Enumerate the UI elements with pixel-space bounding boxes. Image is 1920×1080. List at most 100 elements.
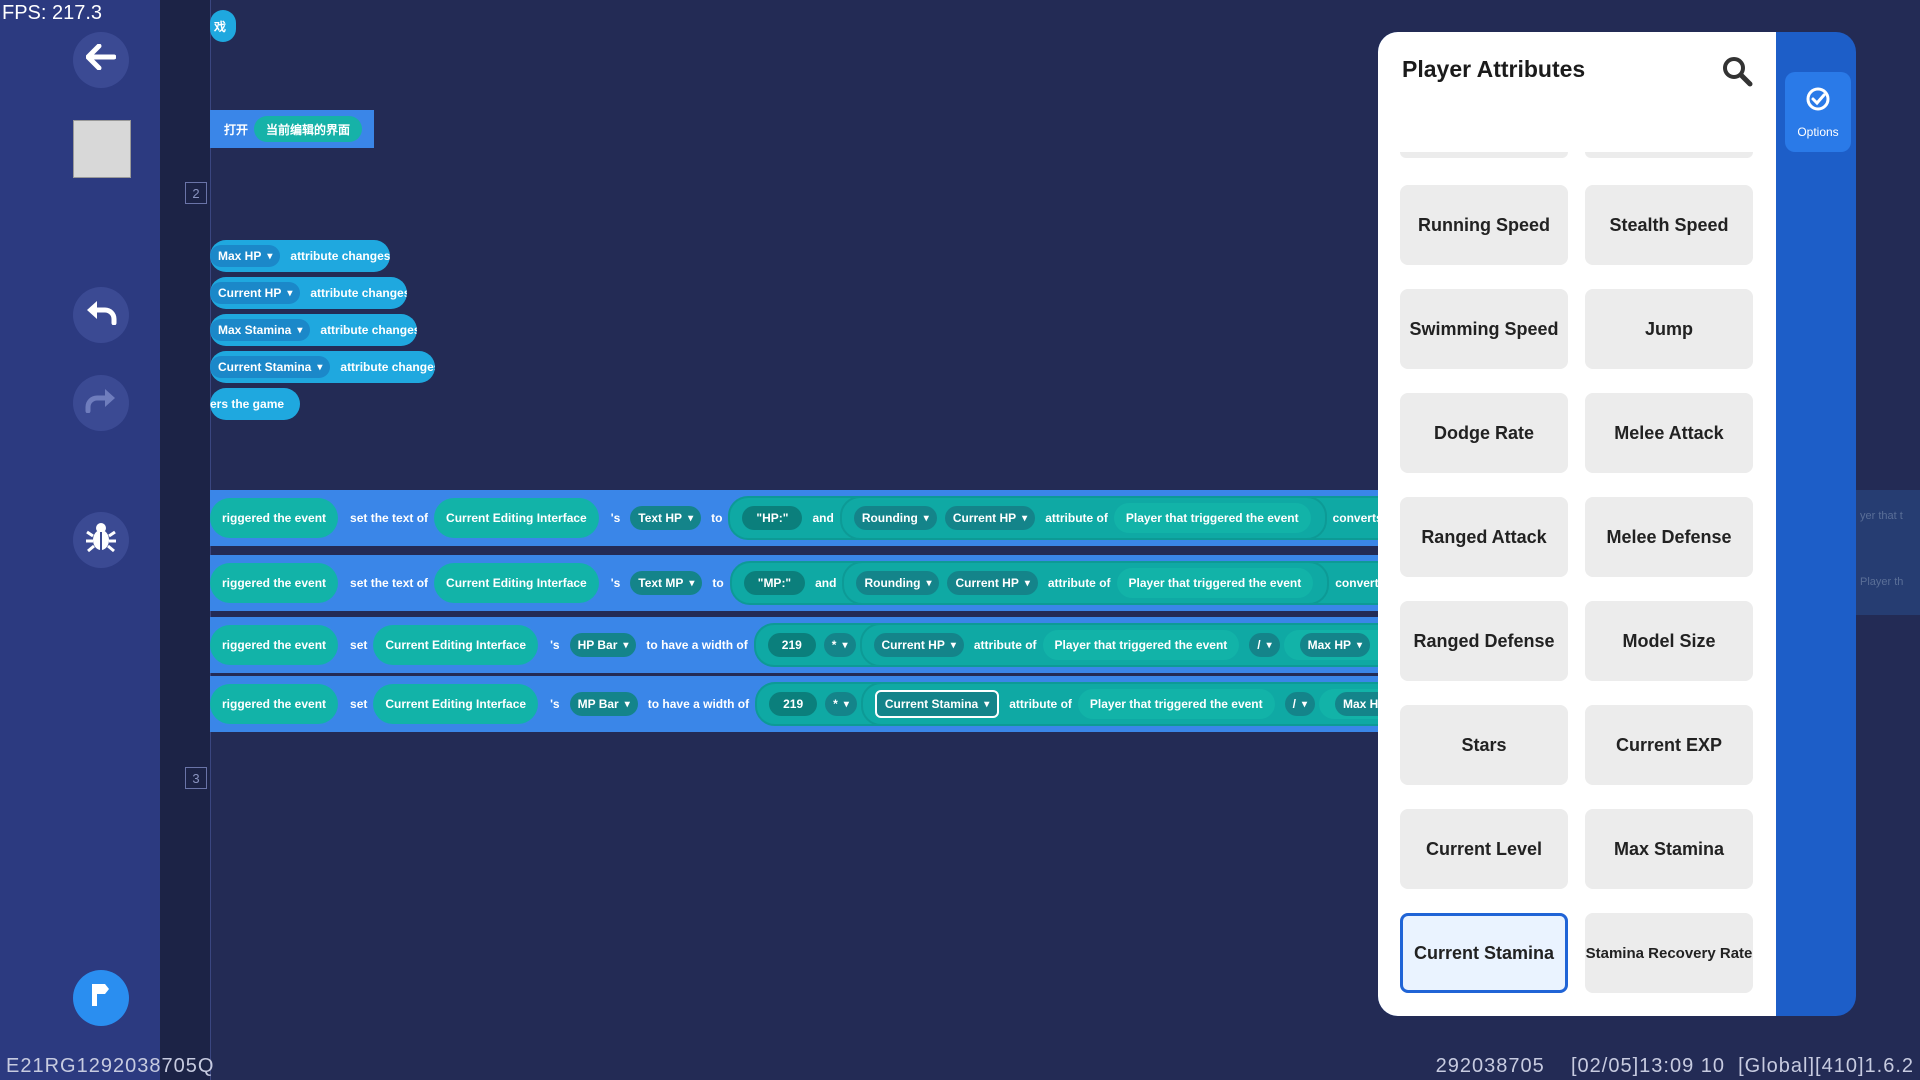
search-button[interactable] [1720, 54, 1756, 90]
trigger-pill[interactable]: riggered the event [210, 498, 339, 538]
attribute-dropdown[interactable]: Current Stamina [210, 356, 331, 378]
width-label: to have a width of [647, 697, 750, 711]
trigger-pill[interactable]: riggered the event [210, 684, 339, 724]
scene-thumbnail[interactable] [73, 120, 131, 178]
attribute-dropdown[interactable]: Current HP [944, 506, 1036, 530]
block-text: 戏 [214, 19, 227, 34]
number-input[interactable]: 219 [769, 692, 818, 716]
operator-dropdown[interactable]: / [1284, 692, 1315, 716]
script-gutter [160, 0, 211, 1080]
attribute-current-stamina[interactable]: Current Stamina [1400, 913, 1568, 993]
player-pill[interactable]: Player that triggered the event [1077, 689, 1275, 719]
attribute-dropdown[interactable]: Current HP [947, 571, 1038, 595]
trigger-pill[interactable]: riggered the event [210, 563, 339, 603]
attribute-ranged-attack[interactable]: Ranged Attack [1400, 497, 1568, 577]
trigger-pill[interactable]: riggered the event [210, 625, 339, 665]
function-dropdown[interactable]: Rounding [853, 506, 937, 530]
rounding-expression[interactable]: Rounding Current HP attribute of Player … [839, 496, 1327, 540]
event-block-current-stamina[interactable]: Current Stamina attribute changes [210, 351, 435, 383]
undo-icon [85, 299, 117, 332]
possessive-label: 's [550, 697, 560, 711]
attribute-of-label: attribute of [1045, 511, 1108, 525]
target-pill[interactable]: Current Editing Interface [434, 498, 599, 538]
attribute-stamina-recovery-rate[interactable]: Stamina Recovery Rate [1585, 913, 1753, 993]
attribute-jump[interactable]: Jump [1585, 289, 1753, 369]
attribute-card-partial[interactable] [1400, 152, 1568, 158]
attribute-dropdown[interactable]: Current HP [873, 633, 964, 657]
options-button[interactable]: Options [1785, 72, 1851, 152]
check-badge-icon [1805, 86, 1831, 117]
function-dropdown[interactable]: Rounding [856, 571, 940, 595]
player-pill[interactable]: Player that triggered the event [1042, 630, 1240, 660]
interface-target[interactable]: 当前编辑的界面 [254, 116, 363, 142]
operator-dropdown[interactable]: / [1249, 633, 1280, 657]
action-row-mp-bar[interactable]: riggered the event set Current Editing I… [210, 676, 1378, 732]
player-pill[interactable]: Player that triggered the event [1113, 503, 1311, 533]
attribute-dropdown[interactable]: Max Stamina [210, 319, 311, 341]
attribute-melee-defense[interactable]: Melee Defense [1585, 497, 1753, 577]
target-pill[interactable]: Current Editing Interface [373, 625, 539, 665]
undo-button[interactable] [73, 287, 129, 343]
number-input[interactable]: 219 [767, 633, 816, 657]
event-block-max-hp[interactable]: Max HP attribute changes [210, 240, 390, 272]
math-expression[interactable]: 219 * Current HP attribute of Player tha… [753, 623, 1378, 667]
attribute-dropdown[interactable]: Max HP [1335, 692, 1378, 716]
action-row-hp-bar[interactable]: riggered the event set Current Editing I… [210, 617, 1378, 673]
width-label: to have a width of [646, 638, 748, 652]
operator-dropdown[interactable]: * [823, 633, 856, 657]
attribute-ranged-defense[interactable]: Ranged Defense [1400, 601, 1568, 681]
converts-label: converts t [1335, 576, 1378, 590]
rounding-expression[interactable]: Rounding Current HP attribute of Player … [842, 561, 1330, 605]
attribute-melee-attack[interactable]: Melee Attack [1585, 393, 1753, 473]
attribute-stealth-speed[interactable]: Stealth Speed [1585, 185, 1753, 265]
overflow-text-1: yer that t [1860, 510, 1903, 522]
element-dropdown[interactable]: HP Bar [569, 633, 637, 657]
fps-counter: FPS: 217.3 [2, 2, 103, 24]
attribute-current-level[interactable]: Current Level [1400, 809, 1568, 889]
play-test-button[interactable] [73, 970, 129, 1026]
event-block-fragment[interactable]: 戏 [210, 10, 236, 42]
string-literal[interactable]: "HP:" [742, 506, 803, 530]
redo-button[interactable] [73, 375, 129, 431]
action-label: set the text of [350, 576, 429, 590]
event-block-current-hp[interactable]: Current HP attribute changes [210, 277, 407, 309]
division-expression[interactable]: Current Stamina attribute of Player that… [860, 682, 1378, 726]
open-interface-block[interactable]: 打开 当前编辑的界面 [210, 110, 374, 148]
attribute-stars[interactable]: Stars [1400, 705, 1568, 785]
string-literal[interactable]: "MP:" [743, 571, 806, 595]
element-dropdown[interactable]: MP Bar [569, 692, 638, 716]
max-attribute-expression[interactable]: Max HP attr [1283, 630, 1378, 660]
math-expression[interactable]: 219 * Current Stamina attribute of Playe… [755, 682, 1378, 726]
player-pill[interactable]: Player that triggered the event [1116, 568, 1314, 598]
action-row-text-mp[interactable]: riggered the event set the text of Curre… [210, 555, 1378, 611]
action-row-text-hp[interactable]: riggered the event set the text of Curre… [210, 490, 1378, 546]
open-label: 打开 [224, 122, 249, 137]
event-label: attribute changes [290, 249, 390, 263]
attribute-swimming-speed[interactable]: Swimming Speed [1400, 289, 1568, 369]
attribute-dropdown-active[interactable]: Current Stamina [874, 690, 1000, 718]
attribute-running-speed[interactable]: Running Speed [1400, 185, 1568, 265]
join-expression[interactable]: "MP:" and Rounding Current HP attribute … [729, 561, 1378, 605]
attribute-model-size[interactable]: Model Size [1585, 601, 1753, 681]
attribute-card-partial[interactable] [1585, 152, 1753, 158]
target-pill[interactable]: Current Editing Interface [434, 563, 599, 603]
element-dropdown[interactable]: Text MP [630, 571, 703, 595]
attribute-max-stamina[interactable]: Max Stamina [1585, 809, 1753, 889]
attribute-dropdown[interactable]: Max HP [210, 245, 281, 267]
event-block-enters-game[interactable]: ers the game [210, 388, 300, 420]
operator-dropdown[interactable]: * [825, 692, 857, 716]
debug-button[interactable] [73, 512, 129, 568]
max-attribute-expression[interactable]: Max HP [1319, 689, 1378, 719]
event-block-max-stamina[interactable]: Max Stamina attribute changes [210, 314, 417, 346]
attribute-current-exp[interactable]: Current EXP [1585, 705, 1753, 785]
join-expression[interactable]: "HP:" and Rounding Current HP attribute … [728, 496, 1378, 540]
target-pill[interactable]: Current Editing Interface [373, 684, 539, 724]
element-dropdown[interactable]: Text HP [630, 506, 702, 530]
player-attributes-panel: Player Attributes Running Speed Stealth … [1378, 32, 1856, 1016]
attribute-dropdown[interactable]: Current HP [210, 282, 301, 304]
attribute-dropdown[interactable]: Max HP [1299, 633, 1371, 657]
section-marker-3: 3 [185, 767, 207, 789]
attribute-dodge-rate[interactable]: Dodge Rate [1400, 393, 1568, 473]
division-expression[interactable]: Current HP attribute of Player that trig… [859, 623, 1378, 667]
back-button[interactable] [73, 32, 129, 88]
